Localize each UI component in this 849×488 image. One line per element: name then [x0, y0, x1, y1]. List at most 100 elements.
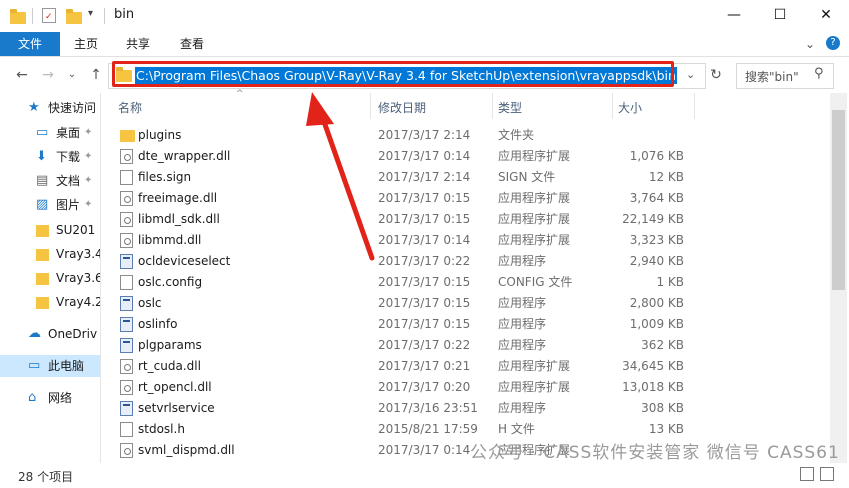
file-name: plgparams [138, 338, 202, 352]
file-size: 362 KB [641, 338, 684, 352]
nav-item[interactable]: ▨ 图片 ✦ [0, 194, 100, 216]
file-name: oslc.config [138, 275, 203, 289]
cloud-icon: ☁ [28, 326, 41, 341]
network-icon: ⌂ [28, 390, 37, 405]
nav-item[interactable]: ⌂ 网络 [0, 387, 100, 409]
large-icons-view-icon[interactable] [820, 467, 834, 481]
column-divider[interactable] [694, 93, 695, 119]
back-button[interactable]: ← [12, 63, 32, 87]
nav-item[interactable]: Vray3.6 [0, 267, 100, 289]
file-type: 应用程序扩展 [498, 149, 571, 163]
file-size: 1 KB [656, 275, 684, 289]
file-row[interactable]: libmmd.dll 2017/3/17 0:14 应用程序扩展 3,323 KB [108, 230, 808, 251]
file-type: 应用程序 [498, 401, 547, 415]
nav-item-label: 快速访问 [48, 101, 97, 115]
tab-view[interactable]: 查看 [168, 32, 216, 56]
nav-item-label: Vray4.2 [56, 295, 100, 309]
address-dropdown-icon[interactable]: ⌄ [686, 68, 695, 81]
nav-item[interactable]: ★ 快速访问 [0, 97, 100, 119]
file-name: libmdl_sdk.dll [138, 212, 220, 226]
nav-item-label: 网络 [48, 391, 73, 405]
nav-item[interactable]: Vray3.4 [0, 243, 100, 265]
search-input[interactable]: 搜索"bin" [745, 68, 799, 85]
file-type: 应用程序 [498, 317, 547, 331]
check-icon: ✓ [45, 12, 53, 22]
column-name[interactable]: 名称 [118, 99, 142, 116]
minimize-button[interactable]: — [711, 0, 757, 30]
column-date[interactable]: 修改日期 [378, 99, 426, 116]
tab-share[interactable]: 共享 [114, 32, 162, 56]
details-view-icon[interactable] [800, 467, 814, 481]
file-date: 2017/3/17 0:14 [378, 443, 471, 457]
column-divider[interactable] [492, 93, 493, 119]
file-size: 3,323 KB [629, 233, 684, 247]
file-size: 2,940 KB [629, 254, 684, 268]
file-name: freeimage.dll [138, 191, 218, 205]
file-row[interactable]: stdosl.h 2015/8/21 17:59 H 文件 13 KB [108, 419, 808, 440]
nav-item[interactable]: ⬇ 下载 ✦ [0, 146, 100, 168]
file-name: rt_opencl.dll [138, 380, 212, 394]
recent-dropdown-icon[interactable]: ⌄ [62, 63, 82, 87]
help-icon[interactable]: ? [826, 36, 840, 50]
file-row[interactable]: files.sign 2017/3/17 2:14 SIGN 文件 12 KB [108, 167, 808, 188]
dll-file-icon [120, 149, 133, 164]
file-row[interactable]: plugins 2017/3/17 2:14 文件夹 [108, 125, 808, 146]
file-row[interactable]: setvrlservice 2017/3/16 23:51 应用程序 308 KB [108, 398, 808, 419]
file-name: rt_cuda.dll [138, 359, 201, 373]
new-folder-icon[interactable] [66, 9, 82, 24]
tab-home[interactable]: 主页 [62, 32, 110, 56]
scrollbar-thumb[interactable] [832, 110, 845, 290]
file-date: 2017/3/17 0:22 [378, 254, 471, 268]
pin-icon: ✦ [84, 199, 93, 210]
file-row[interactable]: oslc 2017/3/17 0:15 应用程序 2,800 KB [108, 293, 808, 314]
refresh-icon[interactable]: ↻ [706, 65, 726, 85]
column-size[interactable]: 大小 [618, 99, 642, 116]
file-size: 3,764 KB [629, 191, 684, 205]
nav-item[interactable]: Vray4.2 [0, 291, 100, 313]
file-date: 2017/3/17 0:15 [378, 212, 471, 226]
computer-icon: ▭ [28, 358, 41, 373]
quick-access-dropdown-icon[interactable]: ▾ [88, 8, 93, 19]
file-row[interactable]: freeimage.dll 2017/3/17 0:15 应用程序扩展 3,764 K… [108, 188, 808, 209]
nav-item-label: 图片 [56, 198, 81, 212]
forward-button[interactable]: → [38, 63, 58, 87]
close-button[interactable]: ✕ [803, 0, 849, 30]
file-row[interactable]: plgparams 2017/3/17 0:22 应用程序 362 KB [108, 335, 808, 356]
folder-icon [36, 225, 49, 237]
file-size: 2,800 KB [629, 296, 684, 310]
file-row[interactable]: rt_cuda.dll 2017/3/17 0:21 应用程序扩展 34,645 KB [108, 356, 808, 377]
application-icon [120, 338, 133, 353]
nav-item-label: 桌面 [56, 126, 81, 140]
sort-ascending-icon: ^ [236, 89, 244, 99]
ribbon-expand-icon[interactable]: ⌄ [802, 32, 818, 56]
nav-item[interactable]: ▭ 此电脑 [0, 355, 100, 377]
file-row[interactable]: rt_opencl.dll 2017/3/17 0:20 应用程序扩展 13,018 … [108, 377, 808, 398]
folder-icon [36, 249, 49, 261]
file-type: H 文件 [498, 422, 535, 436]
nav-item[interactable]: ▭ 桌面 ✦ [0, 122, 100, 144]
file-name: libmmd.dll [138, 233, 202, 247]
column-divider[interactable] [612, 93, 613, 119]
title-bar: ✓ ▾ bin — ☐ ✕ [0, 0, 849, 32]
file-row[interactable]: oslc.config 2017/3/17 0:15 CONFIG 文件 1 KB [108, 272, 808, 293]
tab-file[interactable]: 文件 [0, 32, 60, 56]
nav-item[interactable]: ☁ OneDriv [0, 323, 100, 345]
ribbon-tabs: 文件 主页 共享 查看 ⌄ ? [0, 32, 849, 57]
nav-item[interactable]: ▤ 文档 ✦ [0, 170, 100, 192]
file-icon [120, 170, 133, 185]
file-row[interactable]: ocldeviceselect 2017/3/17 0:22 应用程序 2,940 K… [108, 251, 808, 272]
file-size: 13 KB [648, 422, 684, 436]
maximize-button[interactable]: ☐ [757, 0, 803, 30]
column-divider[interactable] [370, 93, 371, 119]
column-type[interactable]: 类型 [498, 99, 522, 116]
desktop-icon: ▭ [36, 125, 49, 140]
file-type: 应用程序扩展 [498, 380, 571, 394]
file-row[interactable]: dte_wrapper.dll 2017/3/17 0:14 应用程序扩展 1,076… [108, 146, 808, 167]
file-type: 应用程序扩展 [498, 212, 571, 226]
up-button[interactable]: ↑ [86, 63, 106, 87]
application-icon [120, 254, 133, 269]
nav-item[interactable]: SU201 [0, 219, 100, 241]
file-row[interactable]: oslinfo 2017/3/17 0:15 应用程序 1,009 KB [108, 314, 808, 335]
file-row[interactable]: libmdl_sdk.dll 2017/3/17 0:15 应用程序扩展 22,149… [108, 209, 808, 230]
search-icon[interactable]: ⚲ [814, 66, 824, 81]
